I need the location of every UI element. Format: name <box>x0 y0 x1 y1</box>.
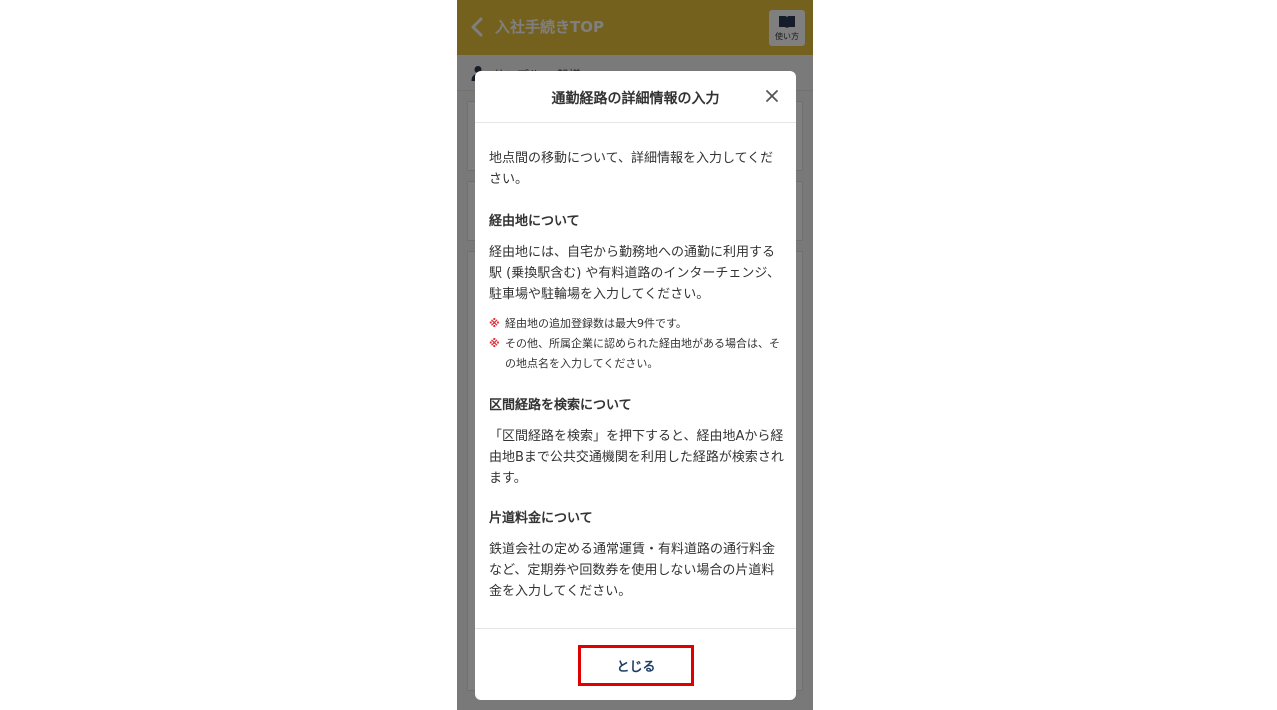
dialog-title: 通勤経路の詳細情報の入力 <box>551 91 720 107</box>
route-detail-help-dialog: 通勤経路の詳細情報の入力 地点間の移動について、詳細情報を入力してください。 経… <box>475 71 796 700</box>
close-icon[interactable] <box>765 89 779 103</box>
note-mark: ※ <box>489 337 500 350</box>
section-body-one-way-fare: 鉄道会社の定める通常運賃・有料道路の通行料金など、定期券や回数券を使用しない場合… <box>489 542 776 599</box>
intro-text: 地点間の移動について、詳細情報を入力してください。 <box>489 151 774 187</box>
section-heading-waypoints: 経由地について <box>489 214 580 229</box>
section-heading-one-way-fare: 片道料金について <box>489 511 593 526</box>
note-item: ※ 経由地の追加登録数は最大9件です。 <box>489 314 784 334</box>
note-text: その他、所属企業に認められた経由地がある場合は、その地点名を入力してください。 <box>505 337 780 370</box>
note-item: ※ その他、所属企業に認められた経由地がある場合は、その地点名を入力してください… <box>489 334 784 374</box>
dialog-body: 地点間の移動について、詳細情報を入力してください。 経由地について 経由地には、… <box>489 123 784 628</box>
close-button[interactable]: とじる <box>578 645 694 686</box>
section-heading-route-search: 区間経路を検索について <box>489 398 632 413</box>
dialog-footer: とじる <box>475 628 796 700</box>
note-text: 経由地の追加登録数は最大9件です。 <box>505 317 687 330</box>
note-mark: ※ <box>489 317 500 330</box>
dialog-header: 通勤経路の詳細情報の入力 <box>475 71 796 123</box>
section-body-waypoints: 経由地には、自宅から勤務地への通勤に利用する駅 (乗換駅含む) や有料道路のイン… <box>489 245 781 302</box>
section-body-route-search: 「区間経路を検索」を押下すると、経由地Aから経由地Bまで公共交通機関を利用した経… <box>489 429 784 486</box>
